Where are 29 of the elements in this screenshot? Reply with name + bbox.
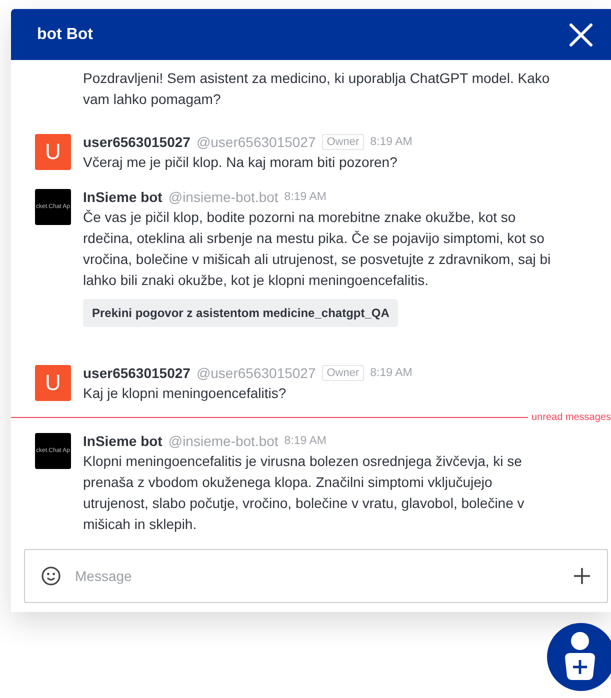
emoji-icon[interactable] xyxy=(41,566,61,586)
role-badge: Owner xyxy=(322,134,364,150)
message-text: Klopni meningoencefalitis je virusna bolezen osrednjega živčevja, ki se prenaša z vbodom okuženega klopa. Značilni simptomi vključujejo utrujenost, slabo počutje, vročino, bolečine v vratu, glavobol, bolečine v mišicah in sklepih. xyxy=(83,452,526,534)
role-badge: Owner xyxy=(322,365,364,381)
user-avatar: U xyxy=(35,134,71,170)
sender-name[interactable]: user6563015027 xyxy=(83,134,190,150)
message-time: 8:19 AM xyxy=(284,191,326,203)
user-avatar: U xyxy=(35,365,71,401)
message-text: Če vas je pičil klop, bodite pozorni na morebitne znake okužbe, kot so rdečina, oteklina ali srbenje na mestu pika. Če se pojavijo simptomi, kot so vročina, bolečine v mišicah ali utrujenost, se posvetujte z zdravnikom, saj bi lahko bili znaki okužbe, kot je klopni meningoencefalitis. xyxy=(83,208,552,290)
message-time: 8:19 AM xyxy=(370,136,412,148)
sender-handle: @user6563015027 xyxy=(196,365,316,381)
action-button[interactable]: Prekini pogovor z asistentom medicine_chatgpt_QA xyxy=(83,299,398,327)
window-title: bot Bot xyxy=(37,26,93,44)
sender-name[interactable]: InSieme bot xyxy=(83,433,162,449)
message-field[interactable]: Message xyxy=(24,549,608,603)
message-text: Pozdravljeni! Sem asistent za medicino, ki uporablja ChatGPT model. Kako vam lahko pomagam? xyxy=(83,69,551,109)
message-text: Včeraj me je pičil klop. Na kaj moram biti pozoren? xyxy=(83,153,398,172)
sender-name[interactable]: InSieme bot xyxy=(83,189,162,205)
sender-name[interactable]: user6563015027 xyxy=(83,365,190,381)
sender-handle: @user6563015027 xyxy=(196,134,316,150)
sender-handle: @insieme-bot.bot xyxy=(168,433,278,449)
close-icon[interactable] xyxy=(569,22,593,46)
agent-icon xyxy=(562,632,598,682)
message-time: 8:19 AM xyxy=(370,367,412,379)
sender-handle: @insieme-bot.bot xyxy=(168,189,278,205)
plus-icon[interactable] xyxy=(573,567,591,585)
unread-divider-label: unread messages xyxy=(530,412,611,423)
message-text: Kaj je klopni meningoencefalitis? xyxy=(83,384,288,403)
message-time: 8:19 AM xyxy=(284,435,326,447)
